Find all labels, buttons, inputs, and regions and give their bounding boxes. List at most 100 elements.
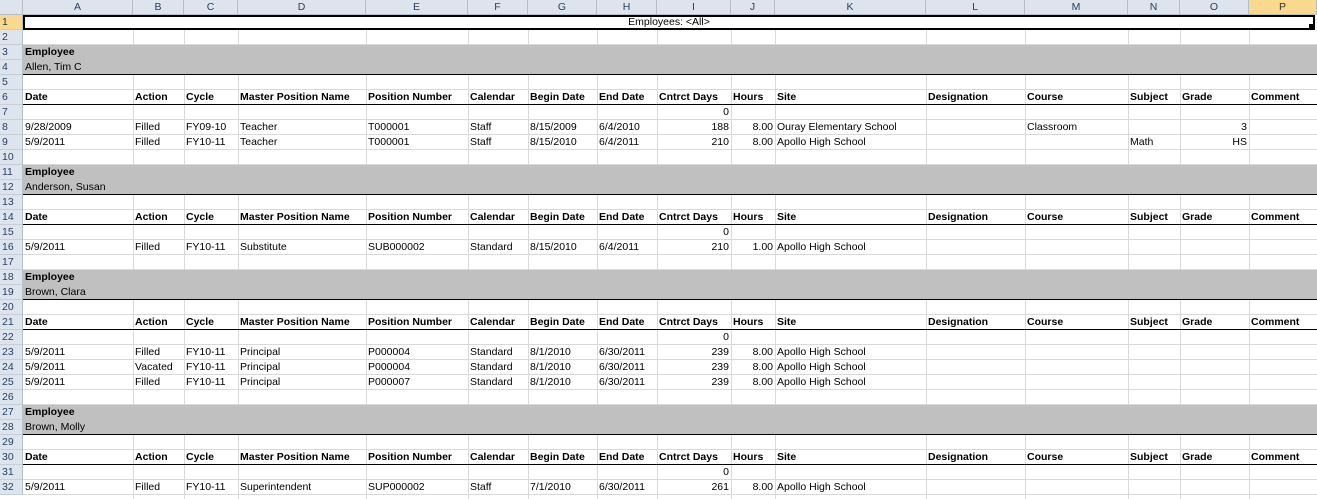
row-header[interactable]: 6: [0, 90, 23, 105]
column-header-e[interactable]: E: [366, 0, 468, 15]
column-label[interactable]: Site: [775, 450, 926, 464]
column-header-j[interactable]: J: [731, 0, 775, 15]
column-label[interactable]: Date: [23, 450, 133, 464]
column-label[interactable]: Designation: [926, 315, 1025, 329]
employee-name[interactable]: Allen, Tim C: [23, 60, 323, 74]
data-cell[interactable]: 239: [657, 345, 731, 359]
data-cell[interactable]: 9/28/2009: [23, 120, 133, 134]
column-label[interactable]: Date: [23, 90, 133, 104]
data-cell[interactable]: 8/15/2009: [528, 120, 597, 134]
data-cell[interactable]: Ouray Elementary School: [775, 120, 926, 134]
column-label[interactable]: End Date: [597, 210, 657, 224]
row-header[interactable]: 15: [0, 225, 23, 240]
employee-label[interactable]: Employee: [23, 165, 133, 179]
row-header[interactable]: 31: [0, 465, 23, 480]
column-label[interactable]: End Date: [597, 90, 657, 104]
data-cell[interactable]: Apollo High School: [775, 135, 926, 149]
data-cell[interactable]: FY10-11: [184, 360, 238, 374]
data-cell[interactable]: Filled: [133, 480, 184, 494]
row-header[interactable]: 12: [0, 180, 23, 195]
data-cell[interactable]: 8/15/2010: [528, 240, 597, 254]
data-cell[interactable]: Filled: [133, 375, 184, 389]
report-title-cell[interactable]: Employees: <All>: [23, 15, 1315, 30]
data-cell[interactable]: Apollo High School: [775, 240, 926, 254]
employee-name[interactable]: Brown, Molly: [23, 420, 323, 434]
data-cell[interactable]: Teacher: [238, 135, 366, 149]
column-header-n[interactable]: N: [1128, 0, 1180, 15]
column-label[interactable]: Hours: [731, 210, 775, 224]
column-header-g[interactable]: G: [528, 0, 597, 15]
column-header-b[interactable]: B: [133, 0, 184, 15]
data-cell[interactable]: 5/9/2011: [23, 345, 133, 359]
days-total[interactable]: 0: [657, 105, 731, 119]
column-label[interactable]: Comment: [1249, 315, 1317, 329]
data-cell[interactable]: Standard: [468, 375, 528, 389]
row-header[interactable]: 17: [0, 255, 23, 270]
column-header-d[interactable]: D: [238, 0, 366, 15]
select-all-corner[interactable]: [0, 0, 23, 15]
column-header-a[interactable]: A: [23, 0, 133, 15]
row-header[interactable]: 8: [0, 120, 23, 135]
data-cell[interactable]: Apollo High School: [775, 375, 926, 389]
row-header[interactable]: 3: [0, 45, 23, 60]
row-header[interactable]: 28: [0, 420, 23, 435]
row-header[interactable]: 23: [0, 345, 23, 360]
data-cell[interactable]: FY10-11: [184, 135, 238, 149]
column-header-f[interactable]: F: [468, 0, 528, 15]
column-label[interactable]: Subject: [1128, 315, 1180, 329]
column-label[interactable]: Begin Date: [528, 315, 597, 329]
column-label[interactable]: End Date: [597, 450, 657, 464]
data-cell[interactable]: 210: [657, 240, 731, 254]
data-cell[interactable]: SUB000002: [366, 240, 468, 254]
column-label[interactable]: Action: [133, 315, 184, 329]
column-label[interactable]: Date: [23, 315, 133, 329]
data-cell[interactable]: 261: [657, 480, 731, 494]
row-header[interactable]: 4: [0, 60, 23, 75]
column-header-h[interactable]: H: [597, 0, 657, 15]
data-cell[interactable]: P000007: [366, 375, 468, 389]
data-cell[interactable]: 8/15/2010: [528, 135, 597, 149]
data-cell[interactable]: 5/9/2011: [23, 240, 133, 254]
column-label[interactable]: Subject: [1128, 450, 1180, 464]
column-label[interactable]: Master Position Name: [238, 315, 366, 329]
column-label[interactable]: Action: [133, 210, 184, 224]
column-label[interactable]: Grade: [1180, 450, 1249, 464]
data-cell[interactable]: Math: [1128, 135, 1180, 149]
column-label[interactable]: Cntrct Days: [657, 210, 731, 224]
data-cell[interactable]: 8/1/2010: [528, 345, 597, 359]
data-cell[interactable]: Staff: [468, 120, 528, 134]
data-cell[interactable]: P000004: [366, 360, 468, 374]
employee-label[interactable]: Employee: [23, 270, 133, 284]
column-label[interactable]: Calendar: [468, 315, 528, 329]
column-label[interactable]: Position Number: [366, 315, 468, 329]
data-cell[interactable]: 8/1/2010: [528, 375, 597, 389]
data-cell[interactable]: 5/9/2011: [23, 135, 133, 149]
data-cell[interactable]: FY09-10: [184, 120, 238, 134]
row-header[interactable]: 29: [0, 435, 23, 450]
column-header-o[interactable]: O: [1180, 0, 1249, 15]
column-label[interactable]: Designation: [926, 450, 1025, 464]
data-cell[interactable]: Standard: [468, 240, 528, 254]
column-label[interactable]: Action: [133, 90, 184, 104]
column-header-i[interactable]: I: [657, 0, 731, 15]
column-label[interactable]: Calendar: [468, 210, 528, 224]
column-label[interactable]: Designation: [926, 210, 1025, 224]
data-cell[interactable]: Principal: [238, 360, 366, 374]
data-cell[interactable]: 6/4/2011: [597, 135, 657, 149]
column-label[interactable]: Hours: [731, 450, 775, 464]
row-header[interactable]: 25: [0, 375, 23, 390]
data-cell[interactable]: Principal: [238, 375, 366, 389]
data-cell[interactable]: 239: [657, 375, 731, 389]
employee-label[interactable]: Employee: [23, 405, 133, 419]
data-cell[interactable]: Staff: [468, 480, 528, 494]
data-cell[interactable]: Apollo High School: [775, 345, 926, 359]
data-cell[interactable]: Filled: [133, 345, 184, 359]
data-cell[interactable]: 188: [657, 120, 731, 134]
column-label[interactable]: Site: [775, 90, 926, 104]
column-label[interactable]: Comment: [1249, 210, 1317, 224]
row-header[interactable]: 13: [0, 195, 23, 210]
column-header-m[interactable]: M: [1025, 0, 1128, 15]
column-label[interactable]: Position Number: [366, 450, 468, 464]
data-cell[interactable]: Vacated: [133, 360, 184, 374]
data-cell[interactable]: 3: [1180, 120, 1249, 134]
